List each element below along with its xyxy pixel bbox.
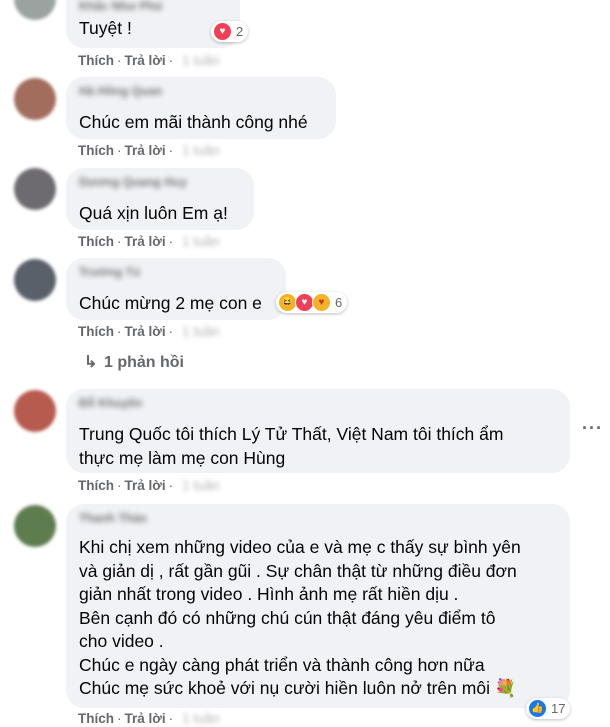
reply-button[interactable]: Trả lời [125,711,166,726]
comment-author[interactable]: Thanh Thảo [79,511,557,526]
comment-text: Khi chị xem những video của e và mẹ c th… [79,537,521,698]
like-icon: 👍 [528,699,547,718]
avatar[interactable] [14,0,56,20]
avatar[interactable] [14,168,56,210]
comment-actions: Thích · Trả lời · 1 tuần [78,143,220,158]
comment-bubble: Đỗ Khuyên Trung Quốc tôi thích Lý Tử Thấ… [66,389,570,473]
comment-time[interactable]: 1 tuần [182,711,220,726]
like-button[interactable]: Thích [78,711,114,726]
comment-bubble: Thanh Thảo Khi chị xem những video của e… [66,504,570,708]
avatar[interactable] [14,78,56,120]
avatar[interactable] [14,259,56,301]
comment-actions: Thích · Trả lời · 1 tuần [78,711,220,726]
comment-text: Quá xịn luôn Em ạ! [79,203,228,223]
comment-author[interactable]: Đỗ Khuyên [79,396,557,411]
view-replies-button[interactable]: ↳ 1 phản hồi [84,352,184,372]
comment-actions: Thích · Trả lời · 1 tuần [78,478,220,493]
reaction-summary[interactable]: ♥ 2 [211,21,249,42]
reply-button[interactable]: Trả lời [125,234,166,249]
reaction-summary[interactable]: 👍 17 [526,698,571,719]
more-options-icon[interactable]: ··· [582,419,602,442]
comment-author[interactable]: Khắc Như Phú [79,0,227,14]
comment-bubble: Dương Quang Huy Quá xịn luôn Em ạ! [66,168,254,230]
avatar[interactable] [14,390,56,432]
reply-button[interactable]: Trả lời [125,478,166,493]
reply-arrow-icon: ↳ [84,354,98,371]
comment-actions: Thích · Trả lời · 1 tuần [78,324,220,339]
care-icon: ♥ [312,293,331,312]
like-button[interactable]: Thích [78,53,114,68]
comment-text: Trung Quốc tôi thích Lý Tử Thất, Việt Na… [79,424,504,468]
comment-author[interactable]: Trường Tú [79,265,273,280]
comment-actions: Thích · Trả lời · 1 tuần [78,234,220,249]
comment-bubble: Hà Hồng Quan Chúc em mãi thành công nhé [66,77,336,139]
replies-label: 1 phản hồi [104,354,184,371]
avatar[interactable] [14,505,56,547]
like-button[interactable]: Thích [78,234,114,249]
comment-bubble: Trường Tú Chúc mừng 2 mẹ con e [66,258,286,320]
love-icon: ♥ [213,22,232,41]
comment-author[interactable]: Dương Quang Huy [79,175,241,190]
reply-button[interactable]: Trả lời [125,143,166,158]
reaction-summary[interactable]: 😆 ♥ ♥ 6 [276,292,348,313]
comment-text: Tuyệt ! [79,18,132,38]
like-button[interactable]: Thích [78,324,114,339]
comment-time[interactable]: 1 tuần [182,478,220,493]
comment-time[interactable]: 1 tuần [182,234,220,249]
reaction-count: 2 [236,24,244,39]
reply-button[interactable]: Trả lời [125,53,166,68]
comment-text: Chúc em mãi thành công nhé [79,112,308,132]
comment-time[interactable]: 1 tuần [182,143,220,158]
reaction-count: 6 [335,295,343,310]
comment-time[interactable]: 1 tuần [182,53,220,68]
reply-button[interactable]: Trả lời [125,324,166,339]
comment-time[interactable]: 1 tuần [182,324,220,339]
comment-actions: Thích · Trả lời · 1 tuần [78,53,220,68]
comment-author[interactable]: Hà Hồng Quan [79,84,323,99]
comment-text: Chúc mừng 2 mẹ con e [79,293,262,313]
like-button[interactable]: Thích [78,143,114,158]
like-button[interactable]: Thích [78,478,114,493]
reaction-count: 17 [551,701,566,716]
